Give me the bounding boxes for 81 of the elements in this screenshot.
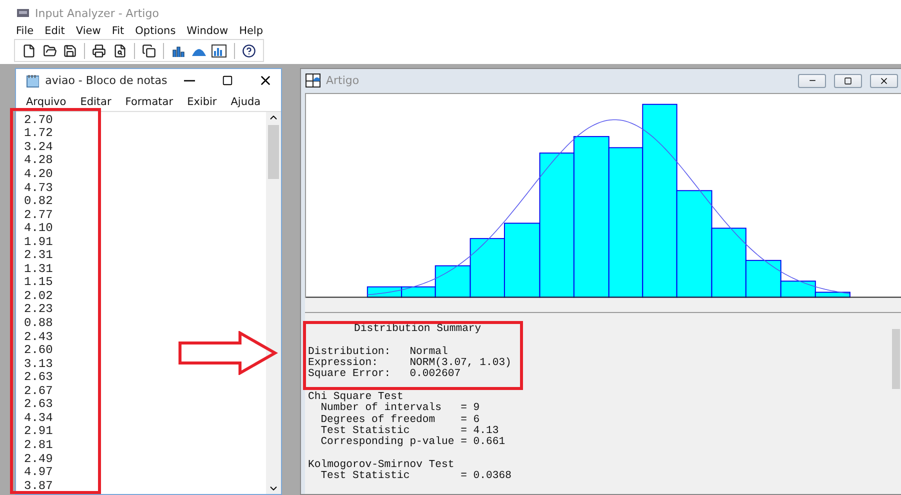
text-line: 2.31 — [24, 248, 53, 262]
restore-icon — [844, 76, 852, 85]
copy-icon[interactable] — [141, 42, 158, 60]
menu-item[interactable]: File — [16, 24, 34, 37]
menu-item[interactable]: Edit — [44, 24, 65, 37]
text-line: 2.43 — [24, 330, 53, 344]
text-line: 1.31 — [24, 262, 53, 276]
text-line: 4.20 — [24, 167, 53, 182]
text-line: 3.87 — [24, 478, 53, 493]
notepad-icon — [26, 74, 40, 88]
menu-item[interactable]: Options — [135, 24, 176, 37]
text-line: 1.72 — [24, 126, 53, 140]
app-icon — [16, 7, 30, 20]
report-value: = 4.13 — [460, 426, 499, 437]
report-label: Number of intervals — [320, 403, 442, 414]
text-line: 2.60 — [24, 343, 53, 358]
menu-item[interactable]: Arquivo — [26, 96, 66, 108]
menu-item[interactable]: Editar — [80, 96, 112, 108]
new-file-icon[interactable] — [21, 42, 38, 60]
report-value: NORM(3.07, 1.03) — [410, 358, 512, 369]
histogram-icon[interactable] — [211, 42, 228, 60]
text-line: 2.23 — [24, 302, 53, 316]
text-line: 2.70 — [24, 112, 53, 127]
report-value: = 9 — [460, 403, 481, 414]
arrow-icon — [178, 331, 278, 375]
report-label: Distribution: — [308, 346, 392, 358]
report-label: Test Statistic — [320, 426, 410, 437]
minimize-icon — [184, 80, 195, 82]
window-title: aviao - Bloco de notas — [45, 74, 168, 88]
report-heading: Chi Square Test — [308, 390, 404, 403]
menu-item[interactable]: Formatar — [125, 96, 174, 108]
text-line: 4.73 — [24, 180, 53, 195]
report-label: Expression: — [308, 358, 379, 369]
window-title: Artigo — [326, 74, 360, 88]
text-line: 1.15 — [24, 275, 53, 290]
maximize-icon — [222, 75, 233, 86]
scrollbar-thumb[interactable] — [268, 124, 279, 179]
menu-item[interactable]: Window — [186, 24, 228, 37]
text-line: 2.02 — [24, 288, 53, 303]
text-line: 2.77 — [24, 208, 53, 222]
report-label: Degrees of freedom — [320, 414, 436, 426]
close-icon — [879, 76, 889, 86]
report-heading: Distribution Summary — [354, 322, 482, 335]
text-line: 4.10 — [24, 221, 53, 236]
menu-item[interactable]: Help — [239, 24, 264, 37]
text-line: 2.49 — [24, 452, 53, 466]
splitter-bar[interactable] — [305, 298, 901, 312]
report-heading: Kolmogorov-Smirnov Test — [308, 458, 454, 471]
scrollbar-thumb[interactable] — [892, 328, 900, 389]
text-line: 1.91 — [24, 234, 53, 249]
text-line: 2.67 — [24, 384, 53, 398]
report-label: Corresponding p-value — [320, 437, 456, 449]
text-line: 4.97 — [24, 465, 53, 480]
menu-item[interactable]: Ajuda — [230, 96, 261, 108]
report-label: Square Error: — [308, 369, 392, 381]
window-title: Input Analyzer - Artigo — [35, 6, 159, 20]
report-value: = 6 — [460, 414, 480, 426]
text-line: 4.34 — [24, 410, 53, 425]
report-value: = 0.0368 — [460, 471, 512, 483]
histogram-bar — [366, 286, 402, 298]
text-line: 2.63 — [24, 370, 53, 384]
report-value: = 0.661 — [460, 437, 506, 449]
scrollbar[interactable] — [266, 112, 281, 494]
report-value: Normal — [410, 346, 448, 358]
text-line: 4.28 — [24, 153, 53, 168]
printer-icon[interactable] — [91, 42, 108, 60]
report-label: Test Statistic — [320, 471, 410, 483]
help-icon[interactable] — [240, 42, 257, 60]
text-line: 0.82 — [24, 194, 53, 208]
text-line: 2.63 — [24, 397, 53, 412]
report-value: 0.002607 — [410, 369, 462, 381]
menu-item[interactable]: Exibir — [187, 96, 217, 108]
text-line: 3.24 — [24, 140, 53, 154]
menu-item[interactable]: View — [76, 24, 101, 37]
restore-button[interactable] — [834, 74, 862, 88]
menu-item[interactable]: Fit — [112, 24, 124, 37]
text-line: 2.81 — [24, 438, 53, 452]
text-line: 3.13 — [24, 356, 53, 371]
text-line: 2.91 — [24, 424, 53, 438]
chart-window-icon — [305, 73, 321, 88]
text-line: 0.88 — [24, 316, 53, 330]
